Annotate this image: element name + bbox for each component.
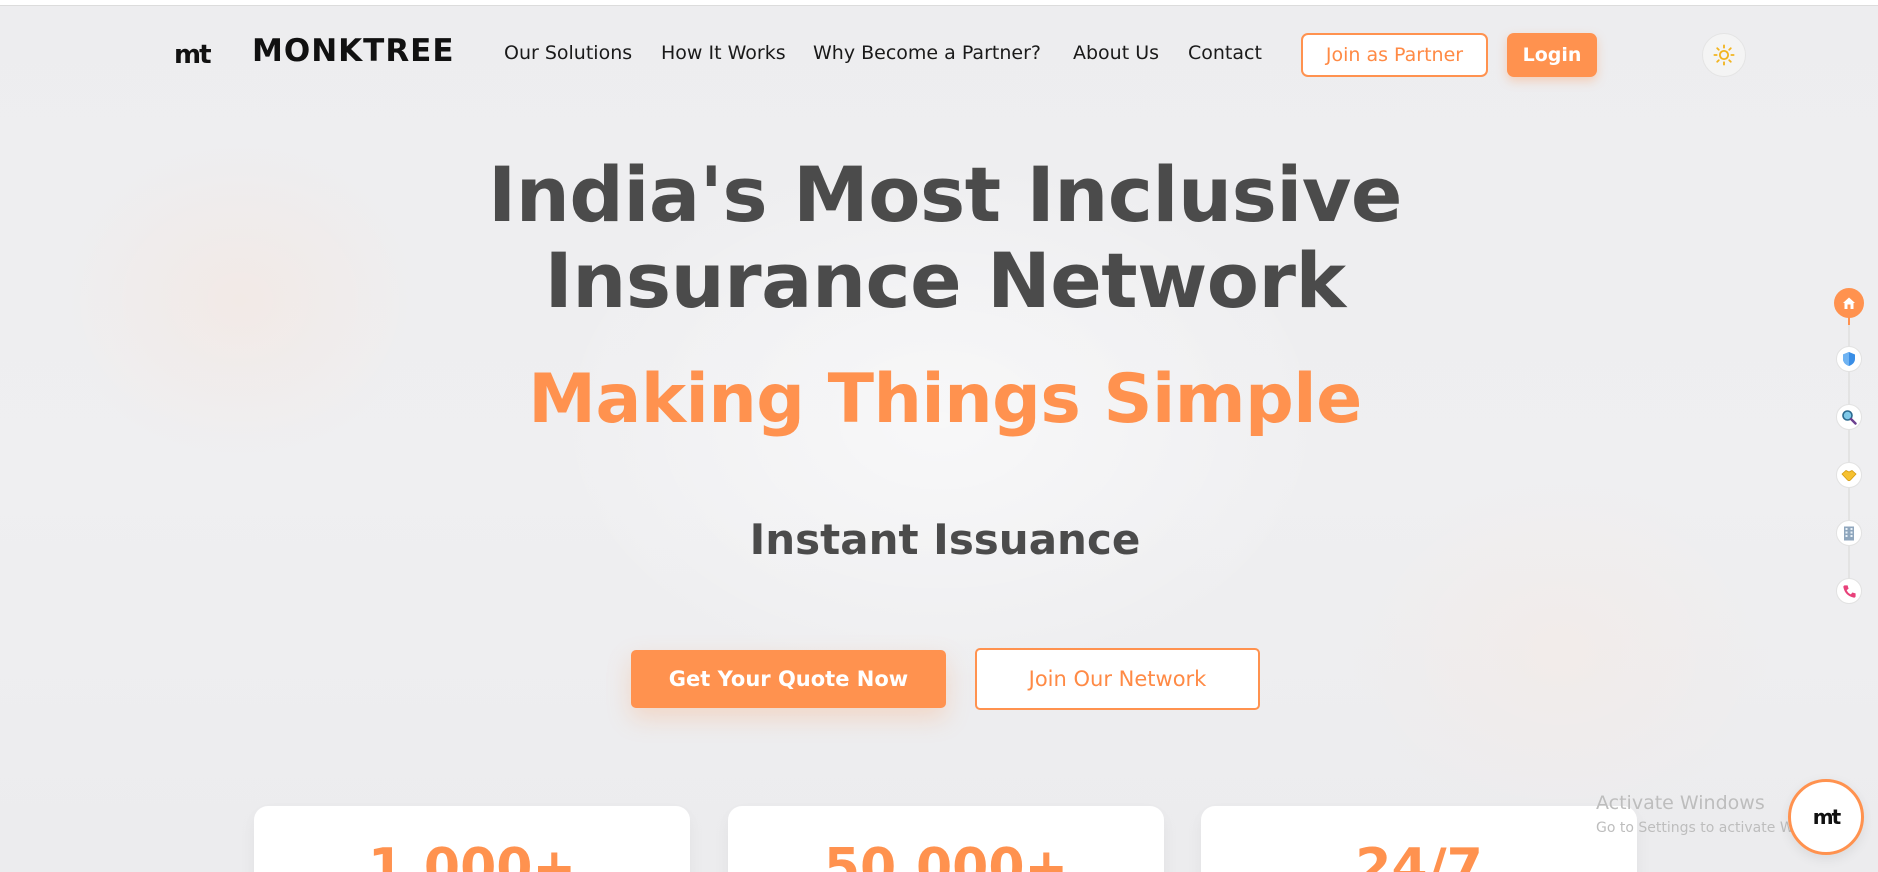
side-nav-partner[interactable]: [1836, 462, 1862, 488]
phone-icon: [1842, 584, 1856, 598]
sun-icon: [1713, 44, 1735, 66]
stat-value: 1,000+: [367, 838, 577, 872]
theme-toggle-button[interactable]: [1702, 33, 1746, 77]
handshake-icon: [1841, 470, 1857, 481]
side-nav-how-it-works[interactable]: [1836, 404, 1862, 430]
stat-value: 50,000+: [823, 838, 1069, 872]
side-nav-about[interactable]: [1836, 520, 1862, 546]
hero-rotating-text: Instant Issuance: [749, 515, 1141, 564]
nav-why-become-partner[interactable]: Why Become a Partner?: [813, 42, 1041, 64]
hero-title-line1: India's Most Inclusive: [488, 150, 1402, 239]
nav-our-solutions[interactable]: Our Solutions: [504, 42, 632, 64]
chat-button[interactable]: mt: [1788, 779, 1864, 855]
stat-card: 1,000+: [254, 806, 690, 872]
stat-card: 50,000+: [728, 806, 1164, 872]
hero-title-line2: Insurance Network: [544, 236, 1346, 325]
nav-about-us[interactable]: About Us: [1073, 42, 1159, 64]
side-nav-home[interactable]: [1834, 288, 1864, 318]
nav-how-it-works[interactable]: How It Works: [661, 42, 786, 64]
logo-mark[interactable]: mt: [174, 40, 212, 70]
stat-card: 24/7: [1201, 806, 1637, 872]
stat-value: 24/7: [1355, 838, 1483, 872]
logo-wordmark[interactable]: MONKTREE: [252, 33, 455, 69]
join-network-button[interactable]: Join Our Network: [975, 648, 1260, 710]
side-nav-contact[interactable]: [1836, 578, 1862, 604]
nav-contact[interactable]: Contact: [1188, 42, 1262, 64]
building-icon: [1844, 526, 1854, 541]
search-icon: [1842, 410, 1857, 425]
home-icon: [1843, 297, 1855, 309]
get-quote-button[interactable]: Get Your Quote Now: [631, 650, 946, 708]
side-nav-solutions[interactable]: [1836, 346, 1862, 372]
join-as-partner-button[interactable]: Join as Partner: [1301, 33, 1488, 77]
top-bar: [0, 0, 1878, 6]
shield-icon: [1843, 352, 1855, 366]
hero-subtitle: Making Things Simple: [528, 360, 1362, 439]
login-button[interactable]: Login: [1507, 33, 1597, 77]
